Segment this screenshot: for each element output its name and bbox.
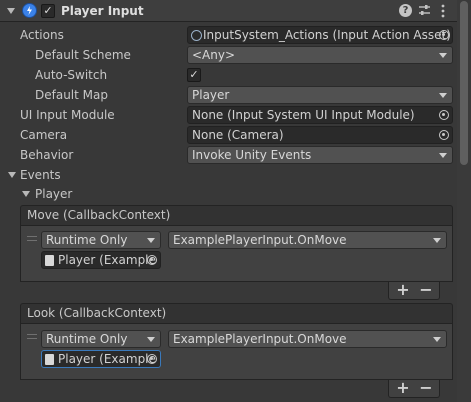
- actions-label: Actions: [20, 28, 64, 42]
- move-function-dropdown[interactable]: ExamplePlayerInput.OnMove: [168, 231, 447, 249]
- move-add-remove-bar: + −: [388, 282, 440, 300]
- auto-switch-label: Auto-Switch: [35, 68, 108, 82]
- behavior-label: Behavior: [20, 148, 74, 162]
- kebab-menu-icon[interactable]: [440, 4, 446, 18]
- default-map-value: Player: [192, 88, 230, 102]
- component-enabled-checkbox[interactable]: ✓: [41, 4, 55, 18]
- script-icon: [45, 354, 54, 365]
- input-action-asset-icon: [191, 30, 202, 41]
- chevron-down-icon: [147, 337, 155, 342]
- camera-value: None (Camera): [192, 128, 284, 142]
- look-target-field[interactable]: Player (Example: [41, 350, 161, 368]
- script-icon: [45, 255, 54, 266]
- move-function-value: ExamplePlayerInput.OnMove: [173, 233, 347, 247]
- move-runtime-value: Runtime Only: [46, 233, 128, 247]
- player-input-icon: [22, 3, 37, 18]
- object-picker-icon[interactable]: [147, 354, 157, 364]
- chevron-down-icon: [433, 238, 441, 243]
- object-picker-icon[interactable]: [439, 110, 449, 120]
- component-title: Player Input: [61, 4, 144, 18]
- events-label[interactable]: Events: [20, 168, 61, 182]
- player-foldout-arrow-icon[interactable]: [22, 191, 30, 197]
- presets-icon[interactable]: [418, 4, 431, 17]
- object-picker-icon[interactable]: [147, 255, 157, 265]
- ui-input-module-field[interactable]: None (Input System UI Input Module): [187, 106, 453, 124]
- chevron-down-icon: [439, 153, 447, 158]
- remove-button[interactable]: −: [416, 282, 436, 298]
- look-event-body: Runtime Only ExamplePlayerInput.OnMove P…: [20, 324, 453, 380]
- default-scheme-label: Default Scheme: [35, 48, 131, 62]
- look-event-title: Look (CallbackContext): [27, 306, 167, 320]
- add-button[interactable]: +: [393, 282, 413, 298]
- events-foldout-arrow-icon[interactable]: [8, 172, 16, 178]
- look-runtime-value: Runtime Only: [46, 332, 128, 346]
- chevron-down-icon: [439, 93, 447, 98]
- look-target-value: Player (Example: [58, 352, 156, 366]
- add-button[interactable]: +: [393, 380, 413, 396]
- camera-label: Camera: [20, 128, 68, 142]
- move-runtime-dropdown[interactable]: Runtime Only: [41, 231, 161, 249]
- chevron-down-icon: [439, 53, 447, 58]
- default-map-dropdown[interactable]: Player: [187, 86, 453, 104]
- default-map-label: Default Map: [35, 88, 108, 102]
- auto-switch-checkbox[interactable]: ✓: [187, 68, 201, 82]
- actions-field[interactable]: InputSystem_Actions (Input Action Asset): [187, 26, 453, 44]
- remove-button[interactable]: −: [416, 380, 436, 396]
- behavior-dropdown[interactable]: Invoke Unity Events: [187, 146, 453, 164]
- vertical-scrollbar[interactable]: [457, 0, 471, 402]
- chevron-down-icon: [147, 238, 155, 243]
- look-runtime-dropdown[interactable]: Runtime Only: [41, 330, 161, 348]
- drag-handle-icon[interactable]: [27, 236, 37, 241]
- chevron-down-icon: [433, 337, 441, 342]
- ui-input-module-value: None (Input System UI Input Module): [192, 108, 415, 122]
- component-header[interactable]: ✓ Player Input ?: [0, 0, 457, 22]
- look-function-value: ExamplePlayerInput.OnMove: [173, 332, 347, 346]
- move-event-body: Runtime Only ExamplePlayerInput.OnMove P…: [20, 226, 453, 282]
- foldout-arrow-icon[interactable]: [7, 8, 15, 14]
- move-event-title: Move (CallbackContext): [27, 208, 171, 222]
- ui-input-module-label: UI Input Module: [20, 108, 115, 122]
- help-icon[interactable]: ?: [399, 4, 412, 17]
- behavior-value: Invoke Unity Events: [192, 148, 312, 162]
- move-target-value: Player (Example: [58, 253, 156, 267]
- scrollbar-thumb[interactable]: [460, 1, 468, 165]
- look-add-remove-bar: + −: [388, 380, 440, 398]
- actions-value: InputSystem_Actions (Input Action Asset): [203, 28, 451, 42]
- object-picker-icon[interactable]: [439, 130, 449, 140]
- default-scheme-dropdown[interactable]: <Any>: [187, 46, 453, 64]
- object-picker-icon[interactable]: [439, 30, 449, 40]
- drag-handle-icon[interactable]: [27, 334, 37, 339]
- default-scheme-value: <Any>: [192, 48, 236, 62]
- look-event-header: Look (CallbackContext): [20, 303, 453, 324]
- move-event-header: Move (CallbackContext): [20, 205, 453, 226]
- move-target-field[interactable]: Player (Example: [41, 251, 161, 269]
- camera-field[interactable]: None (Camera): [187, 126, 453, 144]
- player-group-label[interactable]: Player: [35, 187, 72, 201]
- look-function-dropdown[interactable]: ExamplePlayerInput.OnMove: [168, 330, 447, 348]
